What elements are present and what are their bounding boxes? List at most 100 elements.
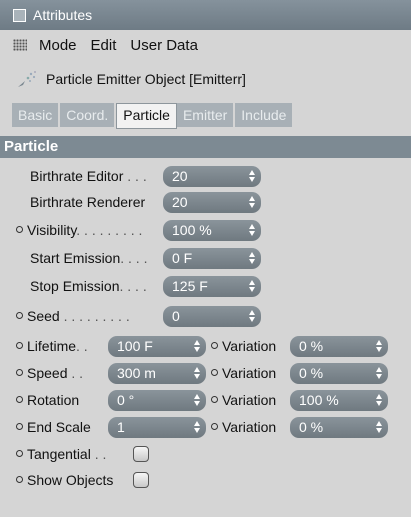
- stop-emission-value: 125 F: [172, 278, 208, 294]
- animation-dot-icon[interactable]: [16, 341, 23, 349]
- show-objects-label: Show Objects: [27, 472, 114, 488]
- birthrate-editor-label: Birthrate Editor: [30, 168, 124, 184]
- menu-edit[interactable]: Edit: [91, 37, 117, 54]
- rotation-variation-value: 100 %: [299, 392, 339, 408]
- rotation-label: Rotation: [27, 392, 80, 408]
- tangential-checkbox[interactable]: [133, 446, 149, 462]
- animation-dot-icon[interactable]: [16, 368, 23, 376]
- stepper-icon[interactable]: [194, 420, 202, 434]
- animation-dot-icon[interactable]: [16, 449, 23, 457]
- lifetime-field[interactable]: 100 F: [108, 336, 206, 357]
- start-emission-field[interactable]: 0 F: [163, 248, 261, 269]
- visibility-label: Visibility: [27, 222, 77, 238]
- lifetime-variation-label: Variation: [222, 338, 277, 354]
- title-bar: Attributes: [0, 0, 411, 30]
- dots: . . . .: [119, 278, 147, 294]
- window-icon[interactable]: [13, 8, 26, 22]
- rotation-variation-label: Variation: [222, 392, 277, 408]
- stepper-icon[interactable]: [194, 393, 202, 407]
- tab-emitter[interactable]: Emitter: [176, 103, 236, 127]
- dots: . . .: [123, 168, 147, 184]
- tab-bar: Basic Coord. Particle Emitter Include: [12, 103, 295, 129]
- animation-dot-icon[interactable]: [211, 368, 218, 376]
- param-lifetime: Lifetime. .: [16, 333, 88, 359]
- stepper-icon[interactable]: [194, 339, 202, 353]
- seed-field[interactable]: 0: [163, 306, 261, 327]
- section-header: Particle: [0, 136, 411, 158]
- animation-dot-icon[interactable]: [211, 395, 218, 403]
- rotation-variation-field[interactable]: 100 %: [290, 390, 388, 411]
- seed-label: Seed: [27, 308, 60, 324]
- show-objects-checkbox[interactable]: [133, 472, 149, 488]
- tab-particle[interactable]: Particle: [116, 103, 177, 129]
- speed-label: Speed: [27, 365, 68, 381]
- stepper-icon[interactable]: [249, 309, 257, 323]
- tangential-label: Tangential: [27, 446, 91, 462]
- tab-include[interactable]: Include: [235, 103, 295, 127]
- rotation-field[interactable]: 0 °: [108, 390, 206, 411]
- lifetime-variation-field[interactable]: 0 %: [290, 336, 388, 357]
- speed-variation-field[interactable]: 0 %: [290, 363, 388, 384]
- param-tangential: Tangential . .: [16, 441, 106, 467]
- dots: . .: [67, 365, 84, 381]
- animation-dot-icon[interactable]: [16, 225, 23, 233]
- param-rotation: Rotation: [16, 387, 79, 413]
- lifetime-variation-value: 0 %: [299, 338, 324, 354]
- dots: . . . .: [120, 250, 148, 266]
- start-emission-value: 0 F: [172, 250, 193, 266]
- object-header: Particle Emitter Object [Emitterr]: [0, 64, 411, 94]
- lifetime-label: Lifetime: [27, 338, 77, 354]
- end-scale-value: 1: [117, 419, 125, 435]
- stepper-icon[interactable]: [249, 223, 257, 237]
- birthrate-renderer-field[interactable]: 20: [163, 192, 261, 213]
- menu-user-data[interactable]: User Data: [130, 37, 198, 54]
- stepper-icon[interactable]: [194, 366, 202, 380]
- birthrate-renderer-value: 20: [172, 194, 188, 210]
- param-start-emission: Start Emission. . . .: [30, 245, 147, 271]
- stepper-icon[interactable]: [376, 393, 384, 407]
- tab-basic[interactable]: Basic: [12, 103, 61, 127]
- animation-dot-icon[interactable]: [16, 475, 23, 483]
- animation-dot-icon[interactable]: [16, 422, 23, 430]
- rotation-value: 0 °: [117, 392, 135, 408]
- menu-bar: Mode Edit User Data: [0, 30, 411, 60]
- birthrate-renderer-label: Birthrate Renderer: [30, 194, 146, 210]
- stepper-icon[interactable]: [249, 169, 257, 183]
- end-scale-field[interactable]: 1: [108, 417, 206, 438]
- speed-value: 300 m: [117, 365, 156, 381]
- stepper-icon[interactable]: [376, 420, 384, 434]
- param-lifetime-variation: Variation: [211, 333, 276, 359]
- speed-variation-label: Variation: [222, 365, 277, 381]
- animation-dot-icon[interactable]: [211, 341, 218, 349]
- stop-emission-label: Stop Emission: [30, 278, 120, 294]
- param-show-objects: Show Objects: [16, 467, 113, 493]
- stepper-icon[interactable]: [249, 195, 257, 209]
- param-birthrate-renderer: Birthrate Renderer: [30, 189, 145, 215]
- animation-dot-icon[interactable]: [16, 395, 23, 403]
- window-title: Attributes: [33, 7, 93, 23]
- animation-dot-icon[interactable]: [211, 422, 218, 430]
- end-scale-variation-field[interactable]: 0 %: [290, 417, 388, 438]
- param-birthrate-editor: Birthrate Editor . . .: [30, 163, 147, 189]
- stop-emission-field[interactable]: 125 F: [163, 276, 261, 297]
- stepper-icon[interactable]: [249, 279, 257, 293]
- param-speed-variation: Variation: [211, 360, 276, 386]
- param-visibility: Visibility. . . . . . . . .: [16, 217, 142, 243]
- end-scale-label: End Scale: [27, 419, 91, 435]
- stepper-icon[interactable]: [249, 251, 257, 265]
- end-scale-variation-value: 0 %: [299, 419, 324, 435]
- param-rotation-variation: Variation: [211, 387, 276, 413]
- birthrate-editor-value: 20: [172, 168, 188, 184]
- visibility-field[interactable]: 100 %: [163, 220, 261, 241]
- tab-coord[interactable]: Coord.: [60, 103, 117, 127]
- dots: . .: [90, 446, 107, 462]
- param-end-scale-variation: Variation: [211, 414, 276, 440]
- speed-field[interactable]: 300 m: [108, 363, 206, 384]
- birthrate-editor-field[interactable]: 20: [163, 166, 261, 187]
- menu-mode[interactable]: Mode: [39, 37, 77, 54]
- animation-dot-icon[interactable]: [16, 311, 23, 319]
- stepper-icon[interactable]: [376, 366, 384, 380]
- end-scale-variation-label: Variation: [222, 419, 277, 435]
- stepper-icon[interactable]: [376, 339, 384, 353]
- visibility-value: 100 %: [172, 222, 212, 238]
